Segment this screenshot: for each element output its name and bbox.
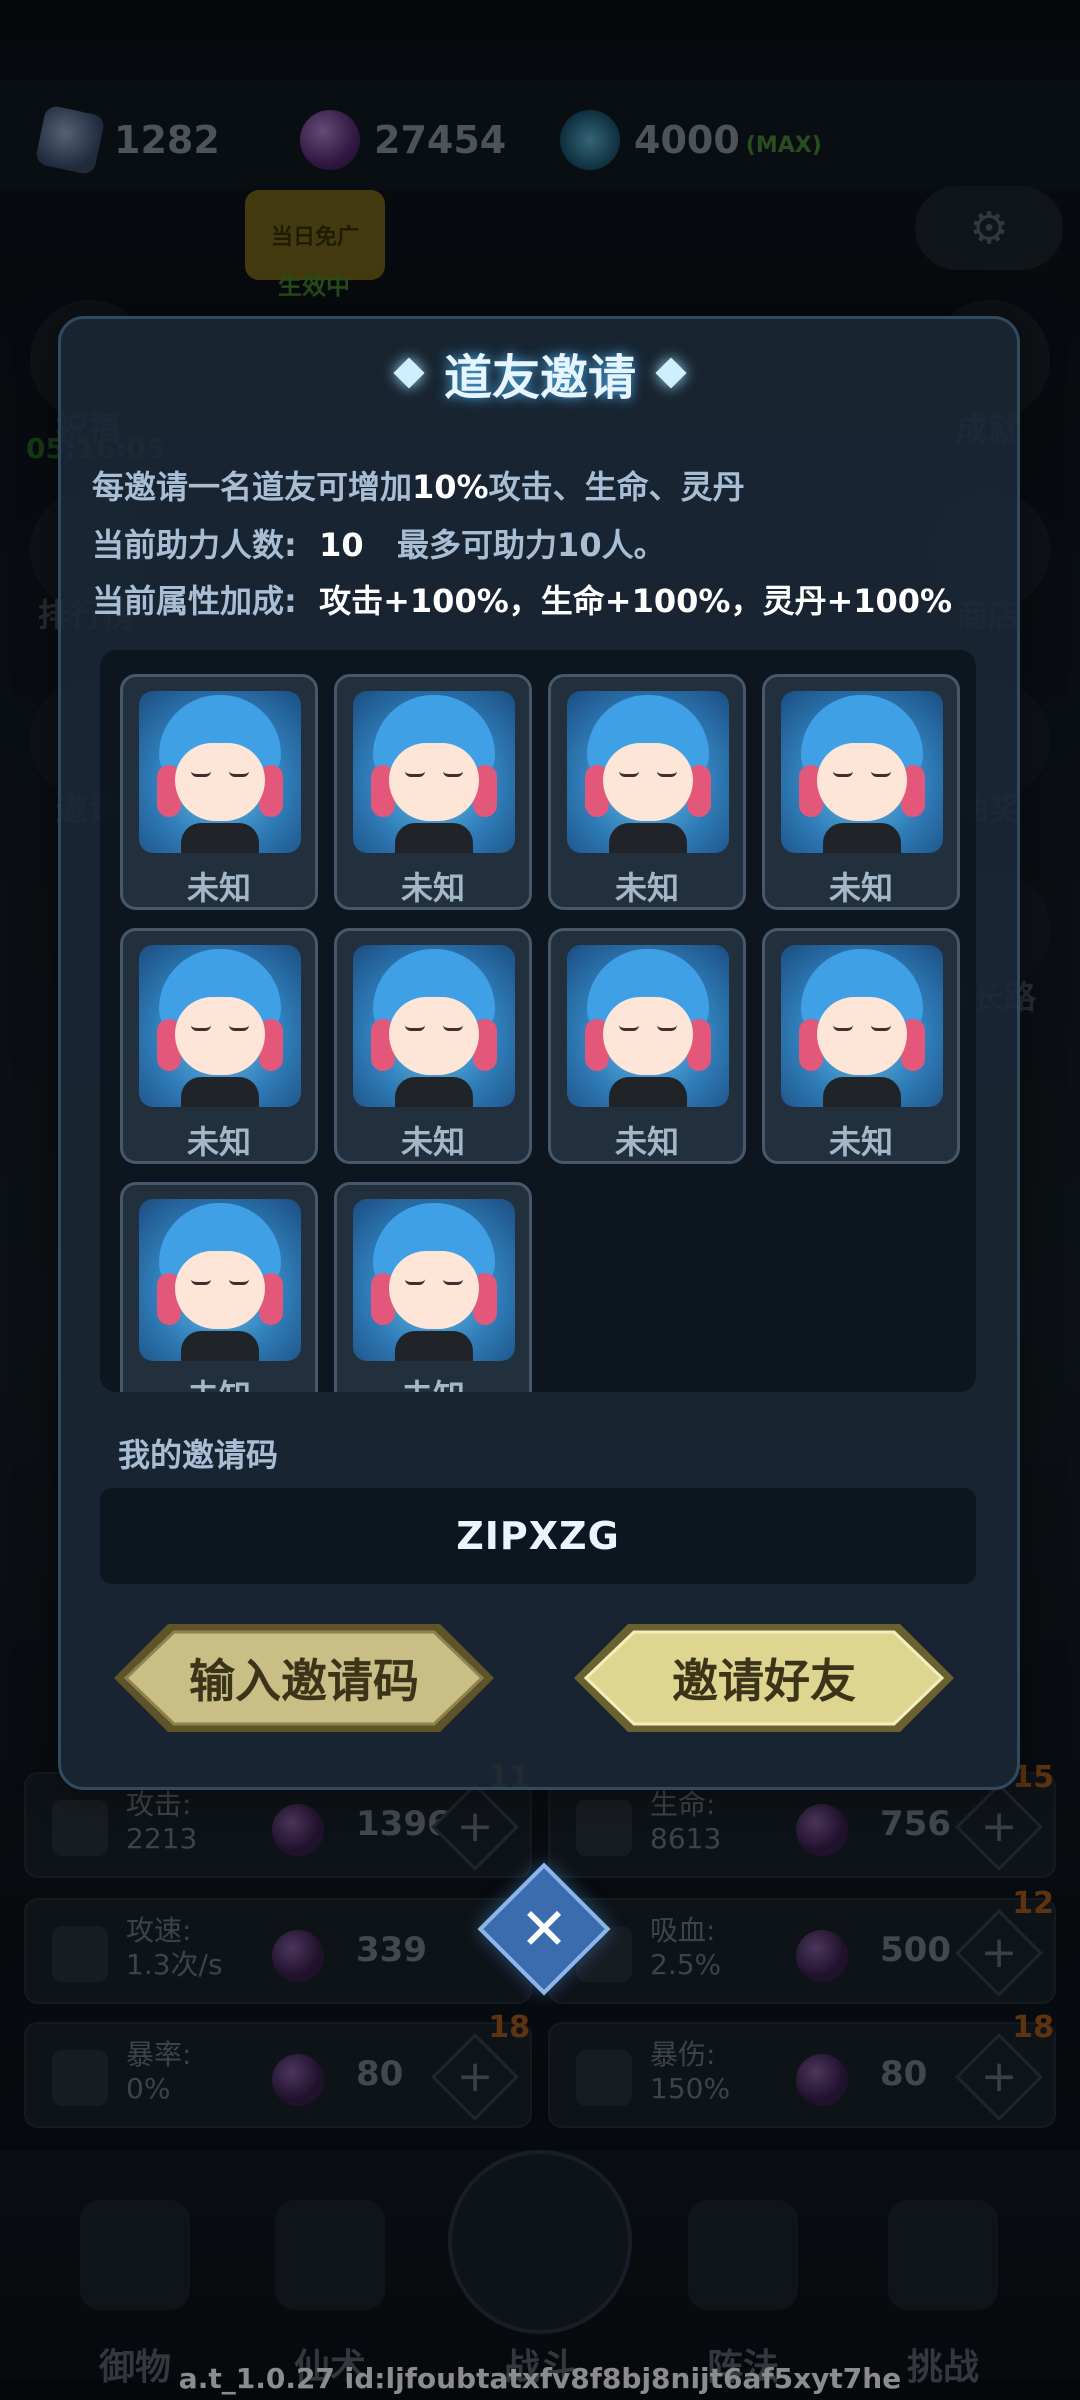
- helper-slot: 未知: [334, 928, 532, 1164]
- invite-friend-label: 邀请好友: [672, 1654, 856, 1708]
- avatar: [353, 1199, 515, 1361]
- diamond-icon: [393, 357, 425, 389]
- close-icon: ✕: [519, 1895, 569, 1963]
- helper-count: 10: [319, 526, 364, 564]
- helper-slot: 未知: [120, 1182, 318, 1392]
- enter-invite-code-button[interactable]: 输入邀请码: [110, 1620, 498, 1736]
- text: 最多可助力10人。: [397, 526, 666, 564]
- helper-name: 未知: [186, 869, 251, 907]
- invite-code-value: ZIPXZG: [456, 1514, 620, 1558]
- avatar: [139, 945, 301, 1107]
- helper-name: 未知: [400, 1123, 465, 1161]
- avatar: [353, 945, 515, 1107]
- diamond-icon: [655, 357, 687, 389]
- invite-friend-button[interactable]: 邀请好友: [570, 1620, 958, 1736]
- avatar: [567, 945, 729, 1107]
- avatar: [139, 691, 301, 853]
- helper-slot: 未知: [548, 928, 746, 1164]
- helper-slot: 未知: [334, 674, 532, 910]
- bonus-percent: 10%: [412, 468, 489, 506]
- helper-name: 未知: [614, 1123, 679, 1161]
- dialog-title: 道友邀请: [0, 338, 1080, 408]
- helper-name: 未知: [400, 869, 465, 907]
- attribute-bonus-line: 当前属性加成: 攻击+100%，生命+100%，灵丹+100%: [92, 576, 952, 622]
- invite-code-box[interactable]: ZIPXZG: [100, 1488, 976, 1584]
- helper-name: 未知: [186, 1123, 251, 1161]
- text: 每邀请一名道友可增加: [92, 468, 413, 506]
- invite-bonus-line: 每邀请一名道友可增加10%攻击、生命、灵丹: [92, 462, 745, 508]
- helper-name: 未知: [123, 1371, 315, 1392]
- helper-slot: 未知: [120, 928, 318, 1164]
- invite-code-label: 我的邀请码: [118, 1436, 279, 1474]
- avatar: [781, 691, 943, 853]
- attribute-bonus: 攻击+100%，生命+100%，灵丹+100%: [319, 582, 953, 620]
- dialog-title-text: 道友邀请: [443, 350, 636, 406]
- helper-name: 未知: [614, 869, 679, 907]
- helper-name: 未知: [828, 869, 893, 907]
- avatar: [567, 691, 729, 853]
- avatar: [139, 1199, 301, 1361]
- text: 当前助力人数:: [92, 526, 297, 564]
- helper-count-line: 当前助力人数: 10 最多可助力10人。: [92, 520, 666, 566]
- avatar: [353, 691, 515, 853]
- helper-name: 未知: [337, 1371, 529, 1392]
- helper-grid[interactable]: 未知 未知 未知 未知 未知 未知 未知 未知 未知 未知: [100, 650, 976, 1392]
- text: 攻击、生命、灵丹: [488, 468, 745, 506]
- helper-name: 未知: [828, 1123, 893, 1161]
- helper-slot: 未知: [334, 1182, 532, 1392]
- enter-code-label: 输入邀请码: [189, 1654, 419, 1708]
- helper-slot: 未知: [120, 674, 318, 910]
- helper-slot: 未知: [762, 928, 960, 1164]
- helper-slot: 未知: [762, 674, 960, 910]
- avatar: [781, 945, 943, 1107]
- text: 当前属性加成:: [92, 582, 297, 620]
- helper-slot: 未知: [548, 674, 746, 910]
